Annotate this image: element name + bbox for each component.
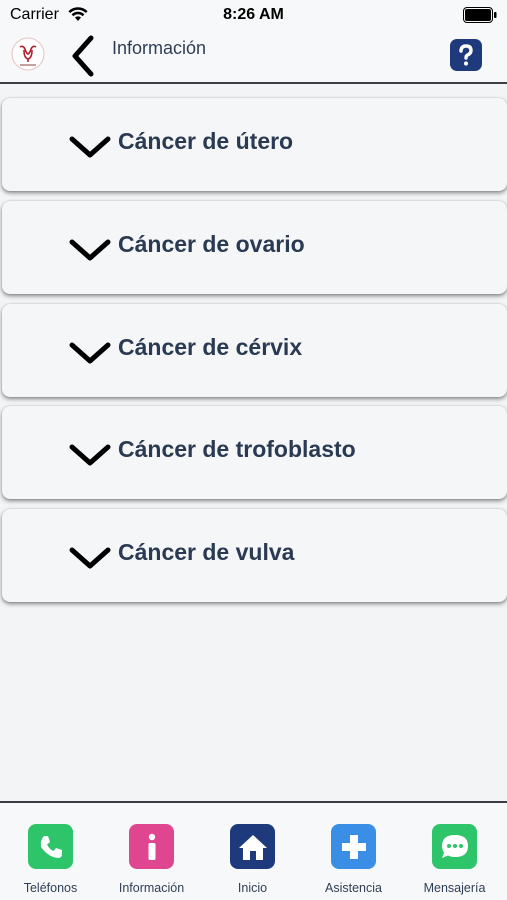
accordion-label: Cáncer de vulva xyxy=(118,539,295,565)
help-button[interactable] xyxy=(450,39,482,71)
tab-informacion[interactable]: Información xyxy=(101,803,202,900)
status-bar: Carrier 8:26 AM xyxy=(0,0,507,30)
chevron-down-icon xyxy=(69,136,111,158)
status-time: 8:26 AM xyxy=(223,6,284,23)
back-button[interactable] xyxy=(68,34,100,78)
chevron-down-icon xyxy=(69,342,111,364)
question-icon xyxy=(459,44,473,66)
tab-mensajeria[interactable]: Mensajería xyxy=(404,803,505,900)
tab-label: Teléfonos xyxy=(23,881,78,895)
phone-icon xyxy=(28,824,73,869)
uterus-logo-icon xyxy=(11,37,45,71)
medical-cross-icon xyxy=(331,824,376,869)
tab-asistencia[interactable]: Asistencia xyxy=(303,803,404,900)
accordion-label: Cáncer de útero xyxy=(118,128,294,154)
tab-label: Mensajería xyxy=(423,881,486,895)
chat-bubble-icon xyxy=(432,824,477,869)
accordion-item-cervix[interactable]: Cáncer de cérvix xyxy=(2,304,507,397)
chevron-down-icon xyxy=(69,547,111,569)
home-icon xyxy=(230,824,275,869)
tab-label: Información xyxy=(118,881,185,895)
info-icon xyxy=(129,824,174,869)
accordion-item-vulva[interactable]: Cáncer de vulva xyxy=(2,509,507,602)
accordion-item-ovario[interactable]: Cáncer de ovario xyxy=(2,201,507,294)
accordion-label: Cáncer de cérvix xyxy=(118,334,303,360)
chevron-down-icon xyxy=(69,444,111,466)
accordion-item-trofoblasto[interactable]: Cáncer de trofoblasto xyxy=(2,406,507,499)
chevron-down-icon xyxy=(69,239,111,261)
page-title: Información xyxy=(112,38,207,58)
tab-bar: Teléfonos Información Inicio Asistencia … xyxy=(0,801,507,900)
accordion-label: Cáncer de trofoblasto xyxy=(118,436,356,462)
battery-icon xyxy=(463,7,497,23)
accordion-label: Cáncer de ovario xyxy=(118,231,305,257)
tab-inicio[interactable]: Inicio xyxy=(202,803,303,900)
tab-telefonos[interactable]: Teléfonos xyxy=(0,803,101,900)
accordion-item-utero[interactable]: Cáncer de útero xyxy=(2,98,507,191)
nav-bar: Información xyxy=(0,30,507,84)
tab-label: Inicio xyxy=(237,881,268,895)
tab-label: Asistencia xyxy=(325,881,382,895)
